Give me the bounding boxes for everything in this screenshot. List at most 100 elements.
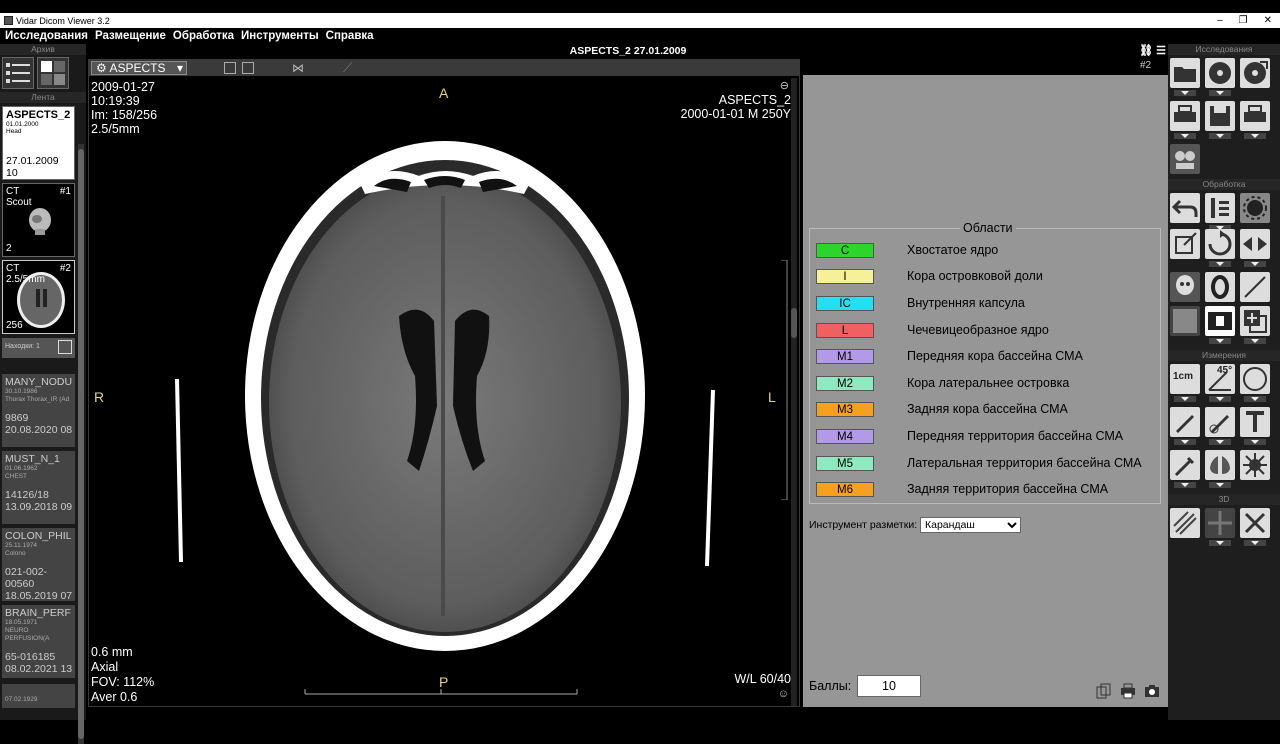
area-label: Кора островковой доли (907, 269, 1043, 283)
ellipse-tool-button[interactable] (1205, 272, 1235, 302)
eyedropper-button[interactable] (1170, 450, 1200, 480)
area-row-ic[interactable]: IC Внутренняя капсула (816, 296, 1156, 313)
link-icon[interactable]: ⛓ (1139, 45, 1153, 57)
circle-roi-button[interactable] (1240, 364, 1270, 394)
findings-edit-icon[interactable] (58, 340, 72, 354)
study-card[interactable]: BRAIN_PERF 18.05.1971 NEURO PERFUSION(A … (2, 605, 75, 678)
area-row-m3[interactable]: M3 Задняя кора бассейна СМА (816, 402, 1156, 419)
pencil-dropdown[interactable] (1174, 439, 1196, 445)
overlay-settings-icon[interactable]: ☺ (778, 688, 789, 700)
grid-layout-icon[interactable] (242, 62, 254, 74)
virus-button[interactable] (1240, 450, 1270, 480)
area-row-l[interactable]: L Чечевицеобразное ядро (816, 323, 1156, 340)
menu-studies[interactable]: Исследования (5, 30, 88, 42)
grid-view-button[interactable] (37, 57, 69, 89)
import-disc-dropdown[interactable] (1209, 90, 1231, 96)
close-icon[interactable]: ✕ (1264, 15, 1272, 26)
copy-icon[interactable] (1096, 683, 1112, 699)
tools-3d-dropdown[interactable] (1244, 540, 1266, 546)
area-row-m4[interactable]: M4 Передняя территория бассейна СМА (816, 429, 1156, 446)
angle-dropdown[interactable] (1209, 396, 1231, 402)
text-tool-button[interactable] (1240, 407, 1270, 437)
image-viewport[interactable]: ⚙ ASPECTS ▾ ⋈ ⟋ 2009-01-27 10:19:39 Im: … (88, 59, 800, 707)
current-study-card[interactable]: ASPECTS_2 01.01.2000 Head 27.01.2009 10 (2, 106, 75, 180)
menu-tools[interactable]: Инструменты (241, 30, 319, 42)
score-field[interactable]: 10 (857, 675, 921, 697)
tools-3d-button[interactable] (1240, 508, 1270, 538)
print-button[interactable] (1170, 101, 1200, 131)
camera-icon[interactable] (1144, 683, 1160, 699)
slice-scrollbar[interactable] (791, 78, 797, 706)
menu-icon[interactable]: ☰ (1156, 45, 1166, 57)
preset-selector[interactable]: ⚙ ASPECTS ▾ (91, 61, 187, 75)
cine-button[interactable] (1205, 306, 1235, 336)
menu-layout[interactable]: Размещение (95, 30, 166, 42)
pencil-button[interactable] (1170, 407, 1200, 437)
area-row-m1[interactable]: M1 Передняя кора бассейна СМА (816, 349, 1156, 366)
area-row-m5[interactable]: M5 Латеральная территория бассейна СМА (816, 456, 1156, 473)
export-disc-button[interactable] (1240, 58, 1270, 88)
minimize-overlay-icon[interactable]: ⊖ (780, 79, 789, 92)
mpr-dropdown[interactable] (1209, 540, 1231, 546)
app-icon (4, 16, 13, 25)
import-disc-button[interactable] (1205, 58, 1235, 88)
mpr-button[interactable] (1205, 508, 1235, 538)
maximize-icon[interactable]: ❐ (1239, 15, 1248, 26)
study-card[interactable]: 07.02.1929 (2, 684, 75, 708)
eyedropper-dropdown[interactable] (1174, 482, 1196, 488)
area-row-m6[interactable]: M6 Задняя территория бассейна СМА (816, 482, 1156, 499)
volume-render-button[interactable] (1170, 508, 1200, 538)
study-card[interactable]: MANY_NODU 30.10.1986 Thorax Thorax_IR (A… (2, 374, 75, 447)
split-view-icon[interactable] (224, 62, 236, 74)
open-folder-dropdown[interactable] (1174, 90, 1196, 96)
probe-button[interactable] (1205, 407, 1235, 437)
print-icon[interactable] (1120, 683, 1136, 699)
circle-roi-dropdown[interactable] (1244, 396, 1266, 402)
area-row-i[interactable]: I Кора островковой доли (816, 269, 1156, 286)
study-list-scrollbar[interactable] (78, 144, 84, 744)
open-folder-button[interactable] (1170, 58, 1200, 88)
angle-button[interactable]: 45° (1205, 364, 1235, 394)
gradient-button[interactable] (1170, 306, 1200, 336)
flip-icon[interactable]: ⋈ (292, 61, 304, 75)
undo-button[interactable] (1170, 193, 1200, 223)
magic-wand-icon[interactable]: ⟋ (343, 60, 352, 76)
cine-dropdown[interactable] (1209, 338, 1231, 344)
menu-help[interactable]: Справка (326, 30, 374, 42)
list-view-button[interactable] (2, 57, 34, 89)
skull-button[interactable] (1170, 272, 1200, 302)
ruler-button[interactable]: 1cm (1170, 364, 1200, 394)
line-tool-button[interactable] (1240, 272, 1270, 302)
rotate-dropdown[interactable] (1209, 261, 1231, 267)
print-dropdown[interactable] (1174, 133, 1196, 139)
area-row-m2[interactable]: M2 Кора латеральнее островка (816, 376, 1156, 393)
study-card[interactable]: COLON_PHIL 25.11.1974 Colono 021-002-005… (2, 528, 75, 601)
brightness-button[interactable] (1240, 193, 1270, 223)
ruler-dropdown[interactable] (1174, 396, 1196, 402)
lungs-dropdown[interactable] (1209, 482, 1231, 488)
print-film-button[interactable] (1240, 101, 1270, 131)
add-image-dropdown[interactable] (1244, 338, 1266, 344)
chevron-down-icon: ▾ (176, 61, 183, 75)
area-row-c[interactable]: C Хвостатое ядро (816, 243, 1156, 260)
save-button[interactable] (1205, 101, 1235, 131)
flip-horizontal-button[interactable] (1240, 229, 1270, 259)
save-dropdown[interactable] (1209, 133, 1231, 139)
adjust-button[interactable] (1205, 193, 1235, 223)
add-image-button[interactable] (1240, 306, 1270, 336)
text-tool-dropdown[interactable] (1244, 439, 1266, 445)
rotate-button[interactable] (1205, 229, 1235, 259)
flip-dropdown[interactable] (1244, 261, 1266, 267)
lungs-button[interactable] (1205, 450, 1235, 480)
study-card[interactable]: MUST_N_1 01.06.1962 CHEST 14126/18 13.09… (2, 451, 75, 524)
markup-tool-select[interactable]: Карандаш (920, 517, 1021, 533)
series-thumb-2[interactable]: CT #2 2.5/5mm 256 (2, 260, 75, 334)
anonymize-button[interactable] (1170, 144, 1200, 174)
menu-processing[interactable]: Обработка (173, 30, 234, 42)
crop-button[interactable] (1170, 229, 1200, 259)
probe-dropdown[interactable] (1209, 439, 1231, 445)
series-thumb-1[interactable]: CT #1 Scout 2 (2, 183, 75, 257)
findings-bar[interactable]: Находки: 1 (2, 338, 75, 358)
print-film-dropdown[interactable] (1244, 133, 1266, 139)
minimize-icon[interactable]: – (1217, 15, 1223, 26)
